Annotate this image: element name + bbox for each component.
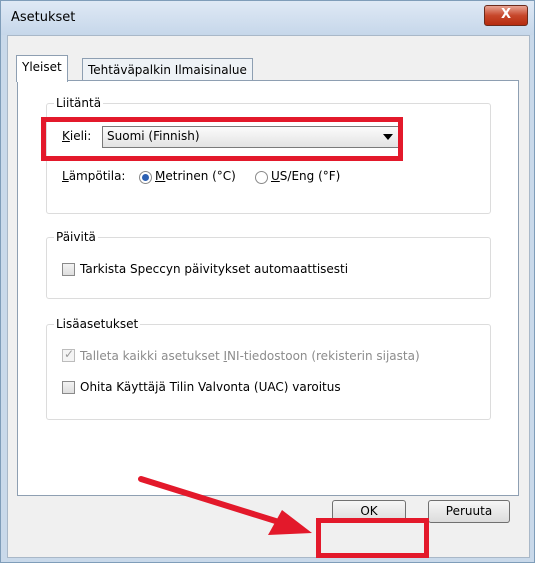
annotation-arrow-icon	[138, 476, 312, 535]
tab-general[interactable]: Yleiset	[16, 55, 68, 82]
tab-general-label: Yleiset	[22, 60, 62, 74]
